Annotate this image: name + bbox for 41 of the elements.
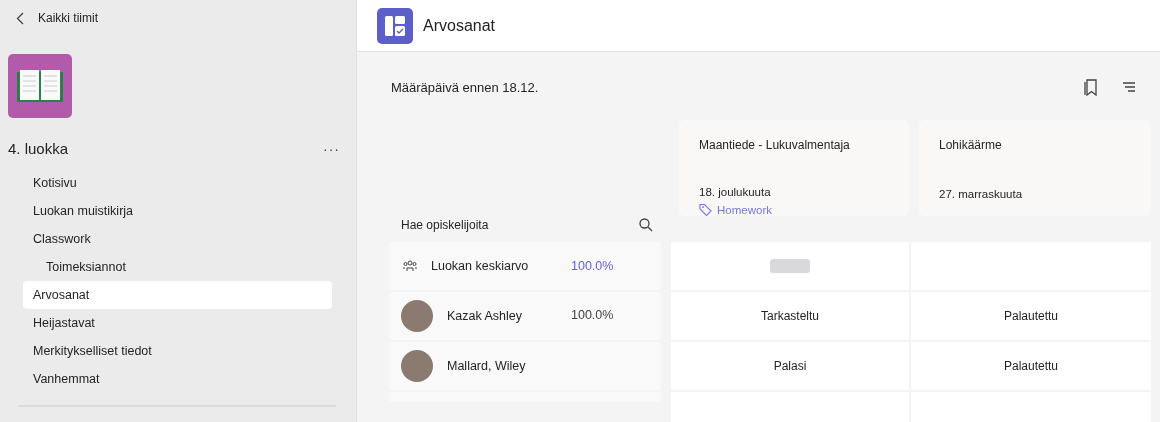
page-title: Arvosanat	[423, 16, 496, 35]
search-icon[interactable]	[639, 218, 653, 232]
status-cell: Tarkasteltu	[671, 292, 909, 340]
tag-icon	[699, 203, 712, 216]
sidebar-item[interactable]: Vanhemmat	[23, 365, 332, 393]
chevron-left-icon	[16, 11, 24, 25]
filter-label: Määräpäivä ennen 18.12.	[391, 79, 540, 95]
team-name: 4. luokka	[8, 140, 69, 157]
back-link[interactable]: Kaikki tiimit	[8, 0, 104, 36]
grades-app-icon	[377, 7, 413, 44]
due-date: 18. joulukuuta	[699, 186, 772, 198]
due-date: 27. marraskuuta	[939, 188, 1024, 200]
sidebar-item[interactable]: Heijastavat	[23, 309, 332, 337]
student-name: Kazak Ashley	[447, 309, 524, 323]
sidebar-item[interactable]: Classwork	[23, 225, 332, 253]
sidebar-item[interactable]: Kotisivu	[23, 169, 332, 197]
avatar	[401, 300, 433, 332]
assignment-card[interactable]: Maantiede - Lukuvalmentaja 18. joulukuuta Homework	[679, 120, 909, 216]
sidebar-item[interactable]: Merkitykselliset tiedot	[23, 337, 332, 365]
assignment-card[interactable]: Lohikäärme 27. marraskuuta	[919, 120, 1151, 216]
assignment-title: Lohikäärme	[939, 138, 1003, 154]
bookmark-icon[interactable]	[1084, 78, 1098, 96]
sidebar-item[interactable]: Arvosanat	[23, 281, 332, 309]
grade-percent: 100.0%	[571, 259, 615, 273]
student-name: Luokan keskiarvo	[431, 259, 530, 273]
student-search-field[interactable]: Hae opiskelijoita	[401, 218, 601, 232]
loading-placeholder	[770, 259, 810, 273]
sidebar-item[interactable]: Toimeksiannot	[23, 253, 332, 281]
status-cell: Palasi	[671, 342, 909, 390]
status-cell: Palautettu	[911, 342, 1151, 390]
assignment-title: Maantiede - Lukuvalmentaja	[699, 138, 851, 154]
grade-percent: 100.0%	[571, 308, 615, 322]
people-icon	[403, 260, 417, 272]
student-name: Mallard, Wiley	[447, 359, 527, 373]
more-options-button[interactable]: ···	[323, 140, 340, 157]
book-icon	[8, 54, 72, 118]
status-cell: Palautettu	[911, 292, 1151, 340]
sidebar-item[interactable]: Luokan muistikirja	[23, 197, 332, 225]
avatar	[401, 350, 433, 382]
assignment-tag: Homework	[717, 203, 772, 216]
filter-icon[interactable]	[1122, 81, 1136, 93]
